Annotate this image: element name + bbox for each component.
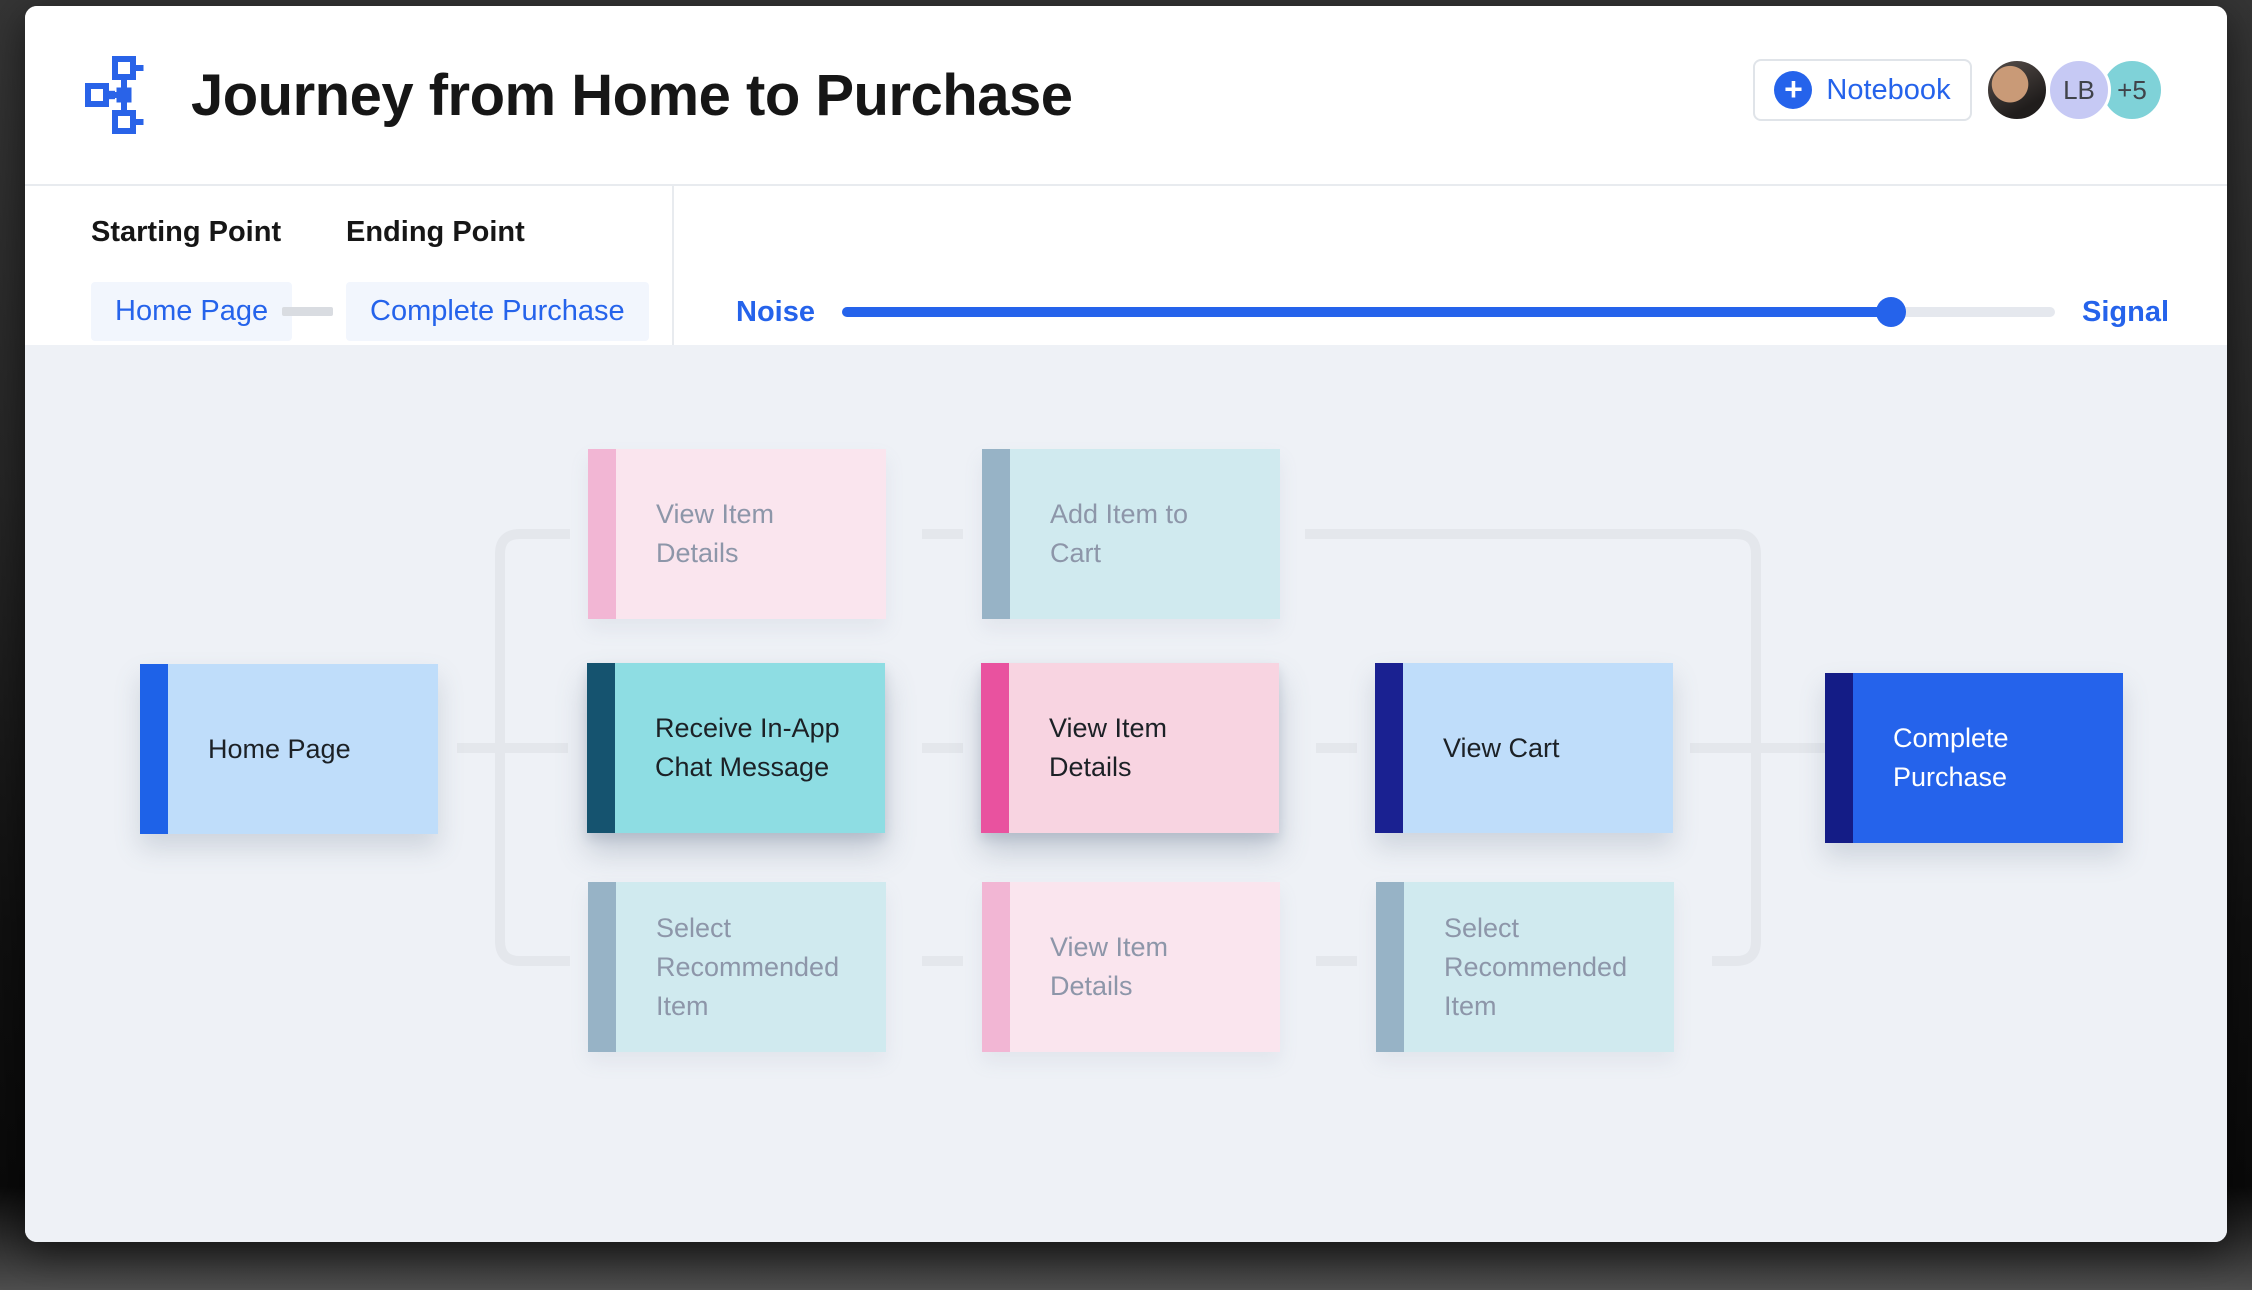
node-view-item-details-middle[interactable]: View Item Details — [981, 663, 1279, 833]
noise-label: Noise — [736, 296, 815, 329]
node-complete-purchase[interactable]: Complete Purchase — [1825, 673, 2123, 843]
node-accent-bar — [588, 882, 616, 1052]
node-receive-in-app-chat-message[interactable]: Receive In-App Chat Message — [587, 663, 885, 833]
slider-fill — [842, 307, 1891, 317]
node-label: Select Recommended Item — [656, 909, 839, 1026]
node-view-cart[interactable]: View Cart — [1375, 663, 1673, 833]
node-view-item-details-bottom[interactable]: View Item Details — [982, 882, 1280, 1052]
starting-point-value[interactable]: Home Page — [91, 282, 292, 341]
node-label: Receive In-App Chat Message — [655, 709, 840, 787]
node-add-item-to-cart[interactable]: Add Item to Cart — [982, 449, 1280, 619]
node-accent-bar — [982, 449, 1010, 619]
node-accent-bar — [1825, 673, 1853, 843]
app-window: Journey from Home to Purchase + Notebook… — [25, 6, 2227, 1242]
node-label: View Cart — [1443, 729, 1560, 768]
node-view-item-details-top[interactable]: View Item Details — [588, 449, 886, 619]
node-accent-bar — [140, 664, 168, 834]
avatar-initials[interactable]: LB — [2047, 58, 2111, 122]
node-accent-bar — [982, 882, 1010, 1052]
node-label: Home Page — [208, 730, 351, 769]
noise-signal-slider[interactable] — [842, 307, 2055, 317]
notebook-button-label: Notebook — [1826, 74, 1950, 107]
node-accent-bar — [1375, 663, 1403, 833]
node-label: View Item Details — [656, 495, 774, 573]
header: Journey from Home to Purchase + Notebook… — [25, 6, 2227, 184]
notebook-button[interactable]: + Notebook — [1753, 59, 1972, 121]
starting-point-label: Starting Point — [91, 216, 281, 249]
node-accent-bar — [588, 449, 616, 619]
journey-map-icon — [85, 56, 163, 134]
node-label: View Item Details — [1049, 709, 1167, 787]
avatar[interactable] — [1985, 58, 2049, 122]
ending-point-value[interactable]: Complete Purchase — [346, 282, 649, 341]
signal-label: Signal — [2082, 296, 2169, 329]
node-label: Complete Purchase — [1893, 719, 2009, 797]
node-accent-bar — [587, 663, 615, 833]
plus-icon: + — [1774, 71, 1812, 109]
node-accent-bar — [1376, 882, 1404, 1052]
ending-point-label: Ending Point — [346, 216, 525, 249]
filter-bar: Starting Point Ending Point Home Page Co… — [25, 186, 2227, 345]
slider-handle[interactable] — [1876, 297, 1906, 327]
node-label: Add Item to Cart — [1050, 495, 1188, 573]
node-accent-bar — [981, 663, 1009, 833]
node-select-recommended-item-left[interactable]: Select Recommended Item — [588, 882, 886, 1052]
node-home-page[interactable]: Home Page — [140, 664, 438, 834]
node-label: View Item Details — [1050, 928, 1168, 1006]
node-select-recommended-item-right[interactable]: Select Recommended Item — [1376, 882, 1674, 1052]
point-connector-dash — [282, 307, 333, 316]
vertical-divider — [672, 186, 674, 345]
page-title: Journey from Home to Purchase — [191, 62, 1073, 129]
node-label: Select Recommended Item — [1444, 909, 1627, 1026]
